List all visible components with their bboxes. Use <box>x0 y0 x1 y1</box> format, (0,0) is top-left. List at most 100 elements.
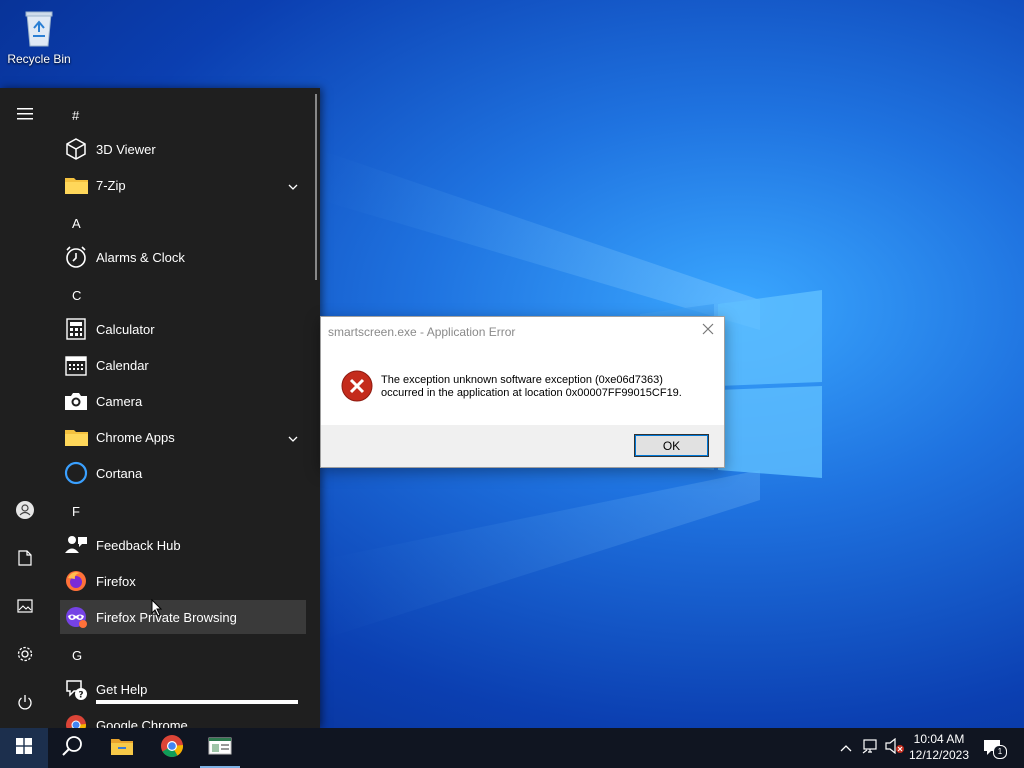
section-header-g[interactable]: G <box>72 648 82 663</box>
firefox-private-icon <box>64 605 88 629</box>
ok-button[interactable]: OK <box>634 434 709 457</box>
power-button[interactable] <box>0 684 50 724</box>
user-account-button[interactable] <box>0 492 50 532</box>
network-tray-button[interactable] <box>860 728 882 768</box>
app-label: Calculator <box>96 321 155 337</box>
taskbar: 10:04 AM 12/12/2023 1 <box>0 728 1024 768</box>
desktop-icon-recycle-bin[interactable]: Recycle Bin <box>4 6 74 66</box>
dialog-close-button[interactable] <box>698 321 718 341</box>
network-icon <box>862 738 880 759</box>
search-icon <box>61 735 83 762</box>
power-icon <box>17 694 33 715</box>
taskbar-clock[interactable]: 10:04 AM 12/12/2023 <box>904 731 974 763</box>
app-feedback-hub[interactable]: Feedback Hub <box>60 528 306 562</box>
alarm-clock-icon <box>64 245 88 269</box>
desktop-icon-label: Recycle Bin <box>7 52 71 66</box>
chevron-down-icon[interactable] <box>288 430 298 445</box>
app-label: Alarms & Clock <box>96 249 185 265</box>
pictures-icon <box>17 598 33 618</box>
volume-tray-button[interactable] <box>884 728 906 768</box>
app-firefox-private-browsing[interactable]: Firefox Private Browsing <box>60 600 306 634</box>
app-label: Cortana <box>96 465 143 481</box>
settings-gear-icon <box>16 645 34 668</box>
app-label: Get Help <box>96 681 148 697</box>
feedback-hub-icon <box>64 533 88 557</box>
app-label: Chrome Apps <box>96 429 175 445</box>
settings-button[interactable] <box>0 636 50 676</box>
taskbar-file-explorer[interactable] <box>98 728 146 768</box>
folder-icon <box>64 425 88 449</box>
documents-button[interactable] <box>0 540 50 580</box>
app-folder-7zip[interactable]: 7-Zip <box>60 168 306 202</box>
taskbar-app-window[interactable] <box>196 728 244 768</box>
section-header-c[interactable]: C <box>72 288 81 303</box>
camera-icon <box>64 389 88 413</box>
app-firefox[interactable]: Firefox <box>60 564 306 598</box>
start-menu: # 3D Viewer 7-Zip A Alarms & Clock C Cal… <box>0 88 320 728</box>
notification-count-badge: 1 <box>993 745 1007 759</box>
notifications-icon: 1 <box>983 739 1007 759</box>
app-google-chrome[interactable]: Google Chrome <box>60 708 306 728</box>
dialog-footer: OK <box>321 425 724 467</box>
search-button[interactable] <box>48 728 96 768</box>
app-window-icon <box>208 737 232 760</box>
app-alarms-clock[interactable]: Alarms & Clock <box>60 240 306 274</box>
app-label: Camera <box>96 393 143 409</box>
app-3d-viewer[interactable]: 3D Viewer <box>60 132 306 166</box>
app-camera[interactable]: Camera <box>60 384 306 418</box>
volume-muted-icon <box>885 737 905 759</box>
app-label: 3D Viewer <box>96 141 156 157</box>
dialog-title: smartscreen.exe - Application Error <box>328 325 516 339</box>
chevron-up-icon <box>840 739 852 757</box>
chrome-icon <box>64 713 88 728</box>
app-label: Calendar <box>96 357 149 373</box>
app-label: 7-Zip <box>96 177 126 193</box>
action-center-button[interactable]: 1 <box>980 728 1008 768</box>
start-app-list[interactable]: # 3D Viewer 7-Zip A Alarms & Clock C Cal… <box>50 88 312 728</box>
start-button[interactable] <box>0 728 48 768</box>
calculator-icon <box>64 317 88 341</box>
hamburger-menu-icon <box>17 107 33 125</box>
section-header-hash[interactable]: # <box>72 108 79 123</box>
error-x-icon <box>341 370 373 402</box>
app-cortana[interactable]: Cortana <box>60 456 306 490</box>
expand-menu-button[interactable] <box>0 96 50 136</box>
svg-text:?: ? <box>78 691 83 701</box>
start-menu-rail <box>0 88 50 728</box>
dialog-message: The exception unknown software exception… <box>381 374 682 400</box>
section-header-f[interactable]: F <box>72 504 80 519</box>
app-label: Feedback Hub <box>96 537 181 553</box>
firefox-icon <box>64 569 88 593</box>
app-label: Google Chrome <box>96 717 188 729</box>
mouse-cursor <box>151 598 163 622</box>
windows-start-icon <box>16 737 32 759</box>
chevron-down-icon[interactable] <box>288 178 298 193</box>
section-header-a[interactable]: A <box>72 216 81 231</box>
app-label: Firefox Private Browsing <box>96 609 237 625</box>
app-calendar[interactable]: Calendar <box>60 348 306 382</box>
get-help-icon: ? <box>64 677 88 701</box>
dialog-message-line-2: occurred in the application at location … <box>381 387 682 399</box>
recycle-bin-icon <box>17 6 61 50</box>
cube-icon <box>64 137 88 161</box>
calendar-icon <box>64 353 88 377</box>
cortana-ring-icon <box>64 461 88 485</box>
clock-time: 10:04 AM <box>913 732 965 746</box>
documents-icon <box>18 549 32 571</box>
app-folder-chrome-apps[interactable]: Chrome Apps <box>60 420 306 454</box>
file-explorer-icon <box>110 736 134 761</box>
app-label: Firefox <box>96 573 136 589</box>
start-menu-progress-bar <box>96 700 298 704</box>
app-list-scrollbar[interactable] <box>315 94 317 280</box>
user-account-icon <box>15 500 35 525</box>
app-calculator[interactable]: Calculator <box>60 312 306 346</box>
chrome-icon <box>160 734 184 763</box>
show-hidden-icons-button[interactable] <box>836 728 856 768</box>
clock-date: 12/12/2023 <box>908 748 970 762</box>
folder-icon <box>64 173 88 197</box>
taskbar-chrome[interactable] <box>148 728 196 768</box>
application-error-dialog: smartscreen.exe - Application Error The … <box>320 316 725 468</box>
close-icon <box>702 322 714 340</box>
pictures-button[interactable] <box>0 588 50 628</box>
dialog-message-line-1: The exception unknown software exception… <box>381 374 663 386</box>
